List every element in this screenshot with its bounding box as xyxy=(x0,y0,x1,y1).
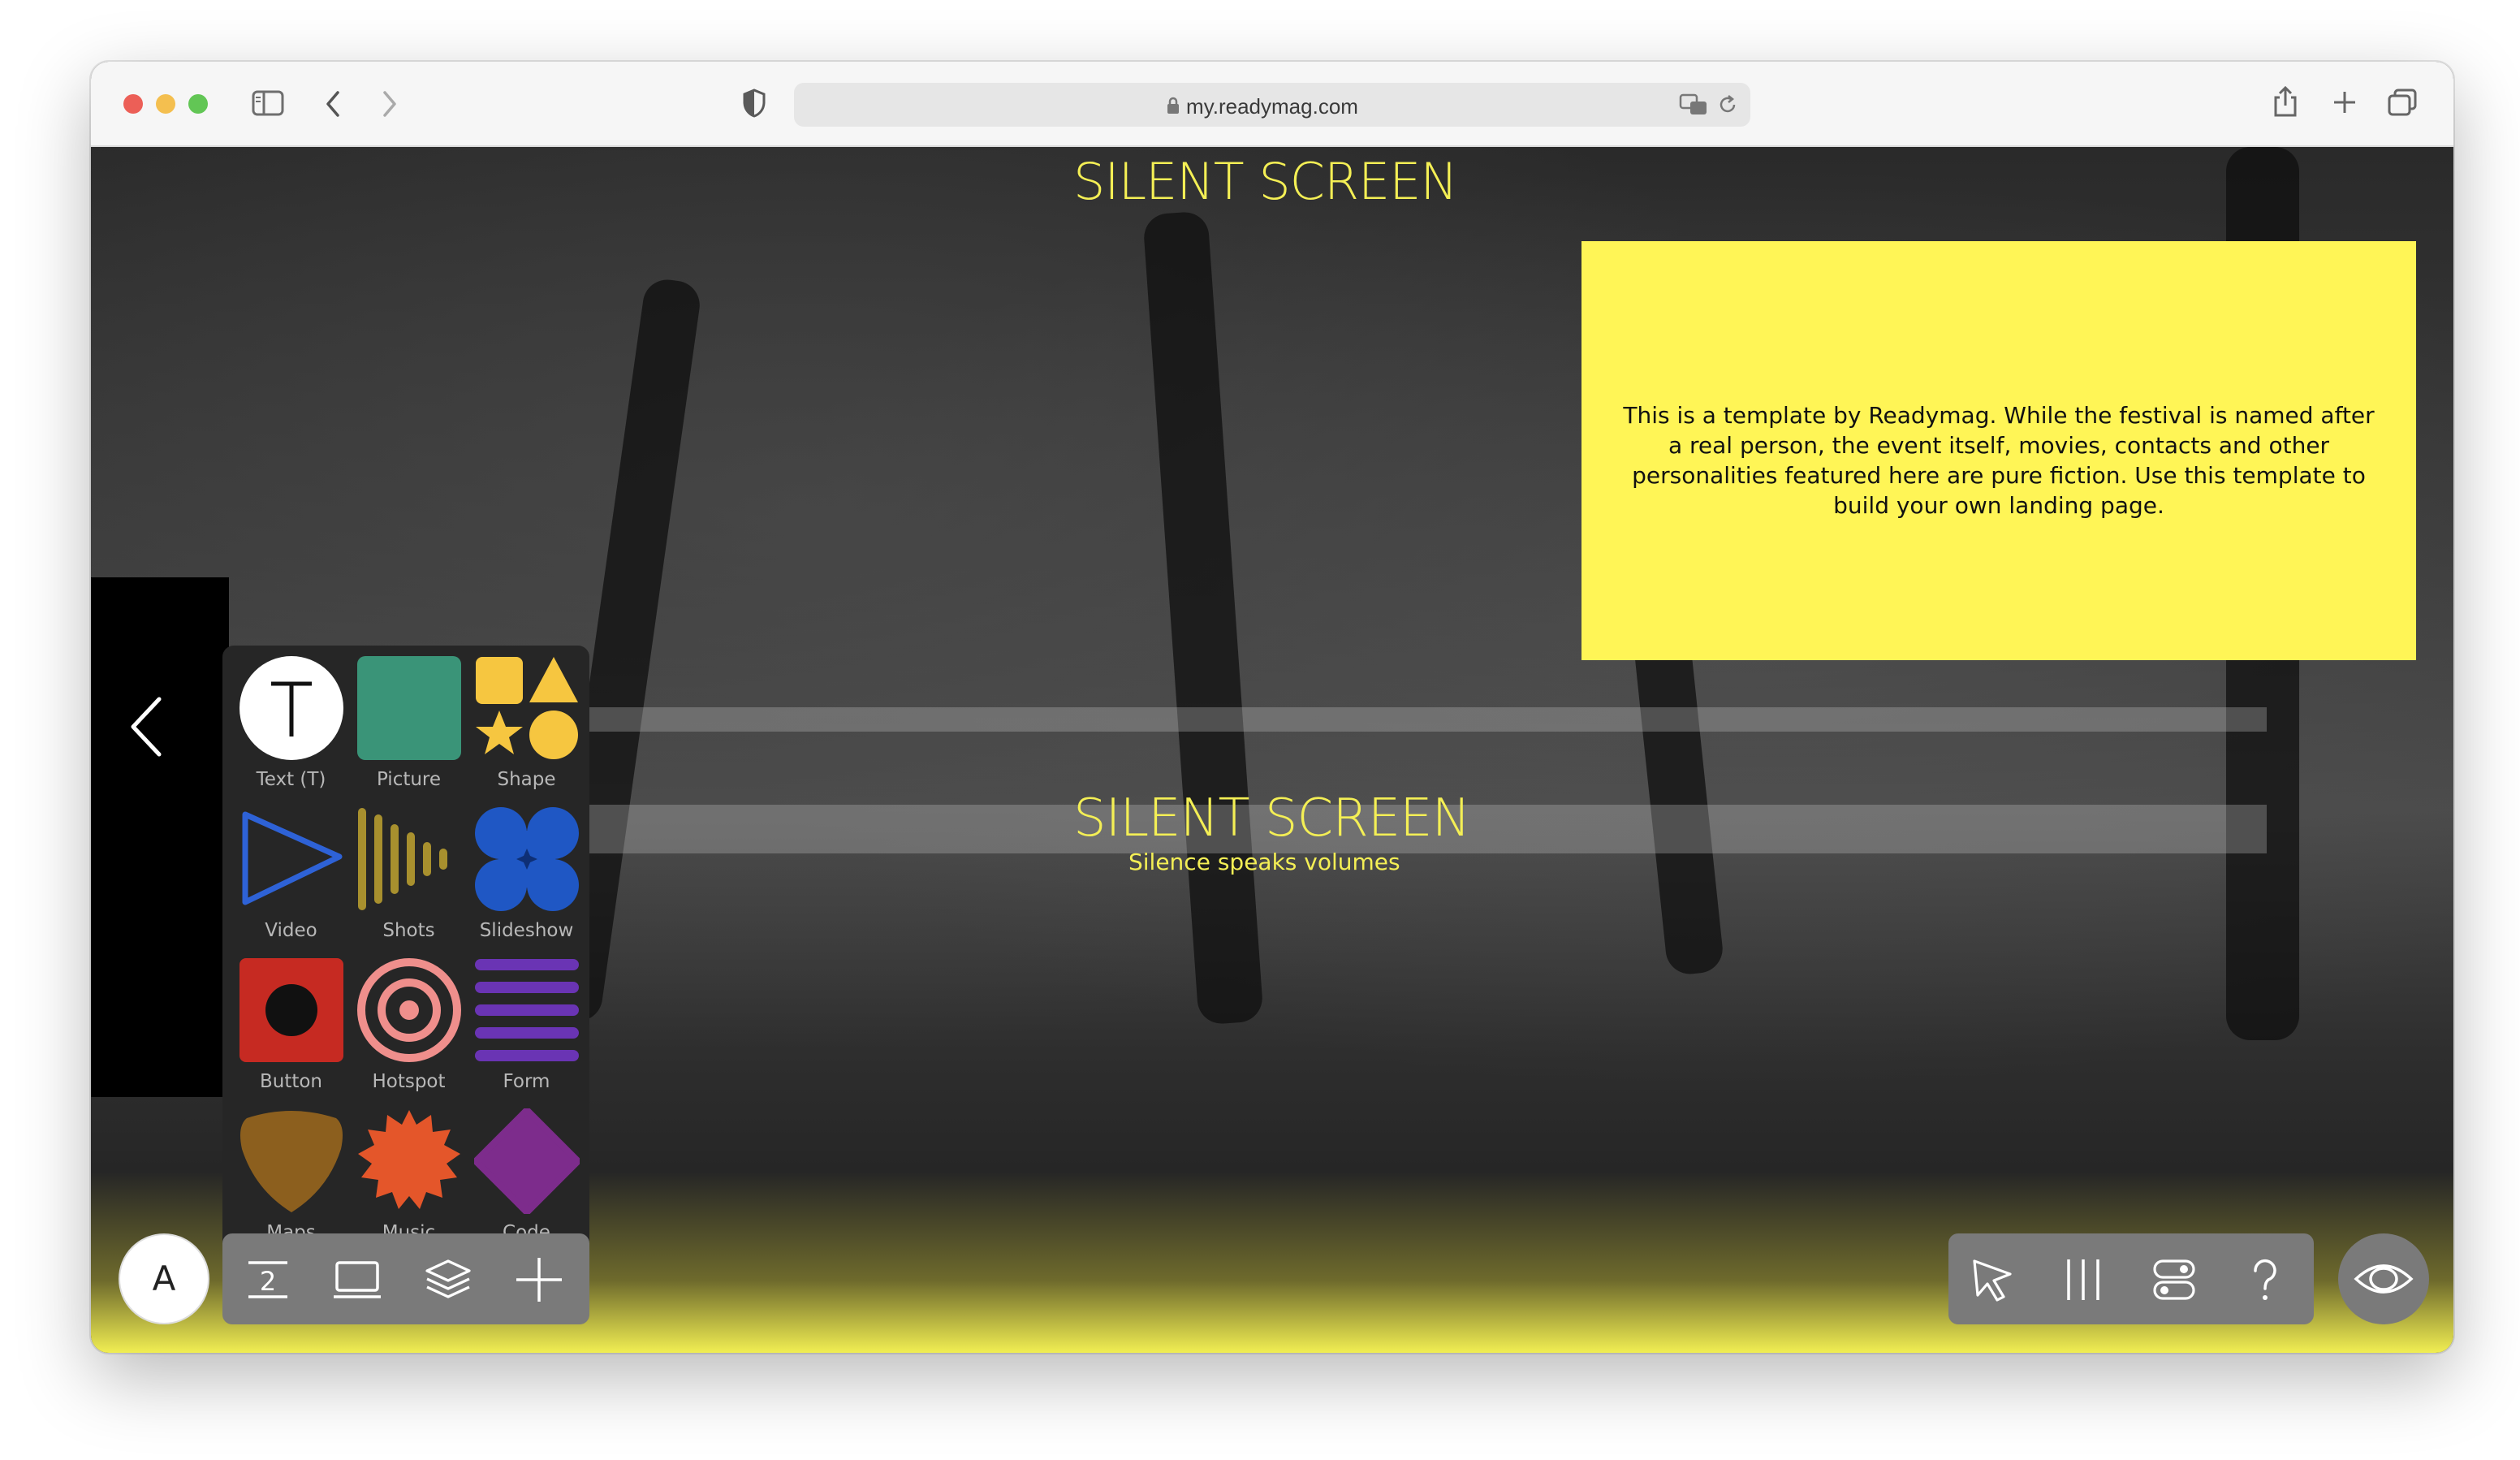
widget-label: Hotspot xyxy=(372,1071,446,1092)
button-icon xyxy=(239,958,343,1062)
previous-page-arrow-icon[interactable] xyxy=(128,696,164,758)
sidebar-toggle-icon[interactable] xyxy=(252,89,284,117)
url-text: my.readymag.com xyxy=(1186,94,1358,119)
share-icon[interactable] xyxy=(2272,84,2299,119)
hero-subtitle[interactable]: Silence speaks volumes xyxy=(1128,849,1400,875)
browser-window: my.readymag.com SILENT SCREEN SILENT SCR… xyxy=(91,62,2453,1353)
eye-icon xyxy=(2354,1264,2414,1294)
widget-code[interactable]: Code xyxy=(468,1099,585,1250)
shots-icon xyxy=(358,808,447,910)
widget-label: Button xyxy=(259,1071,323,1092)
select-cursor-icon[interactable] xyxy=(1968,1256,2017,1303)
address-bar[interactable]: my.readymag.com xyxy=(794,83,1750,127)
widget-slideshow[interactable]: Slideshow xyxy=(468,797,585,948)
grid-columns-icon[interactable] xyxy=(2059,1256,2108,1303)
video-icon xyxy=(242,811,343,905)
add-widget-icon[interactable] xyxy=(515,1256,563,1303)
back-arrow-icon[interactable] xyxy=(323,89,343,119)
code-icon xyxy=(474,1108,580,1214)
widget-picture[interactable]: Picture xyxy=(350,646,468,797)
widget-label: Shape xyxy=(497,769,556,790)
minimize-window-button[interactable] xyxy=(156,94,175,114)
widget-text[interactable]: Text (T) xyxy=(232,646,350,797)
hotspot-icon xyxy=(357,958,461,1062)
maps-icon xyxy=(240,1111,343,1212)
widget-label: Picture xyxy=(376,769,442,790)
widget-label: Shots xyxy=(382,920,435,941)
page-number-label: 2 xyxy=(260,1266,276,1297)
info-text-box[interactable]: This is a template by Readymag. While th… xyxy=(1581,241,2416,660)
slideshow-icon xyxy=(475,807,579,911)
preview-button[interactable] xyxy=(2338,1233,2429,1324)
shape-icon xyxy=(476,657,578,759)
forward-arrow-icon[interactable] xyxy=(380,89,399,119)
widget-label: Form xyxy=(503,1071,550,1092)
reload-icon[interactable] xyxy=(1716,93,1739,116)
layers-icon[interactable] xyxy=(424,1256,472,1303)
form-icon xyxy=(475,959,579,1061)
tab-overview-icon[interactable] xyxy=(2387,88,2418,117)
translate-icon[interactable] xyxy=(1679,93,1708,117)
info-text: This is a template by Readymag. While th… xyxy=(1623,402,2375,519)
add-widget-panel: Text (T) Picture Shape Video Shots Slide… xyxy=(222,646,589,1268)
page-number-icon[interactable]: 2 xyxy=(244,1256,292,1303)
left-toolbar: 2 xyxy=(222,1233,589,1324)
widget-form[interactable]: Form xyxy=(468,948,585,1099)
viewport-icon[interactable] xyxy=(333,1256,382,1303)
widget-music[interactable]: Music xyxy=(350,1099,468,1250)
editor-canvas[interactable]: SILENT SCREEN SILENT SCREEN Silence spea… xyxy=(91,147,2453,1353)
widget-shots[interactable]: Shots xyxy=(350,797,468,948)
widget-shape[interactable]: Shape xyxy=(468,646,585,797)
widget-button[interactable]: Button xyxy=(232,948,350,1099)
account-avatar[interactable]: A xyxy=(119,1233,209,1324)
widget-maps[interactable]: Maps xyxy=(232,1099,350,1250)
privacy-shield-icon[interactable] xyxy=(742,88,766,119)
widget-hotspot[interactable]: Hotspot xyxy=(350,948,468,1099)
widget-video[interactable]: Video xyxy=(232,797,350,948)
top-title[interactable]: SILENT SCREEN xyxy=(1073,152,1458,211)
picture-icon xyxy=(357,656,461,760)
text-icon xyxy=(239,656,343,760)
music-icon xyxy=(358,1110,460,1209)
zoom-window-button[interactable] xyxy=(188,94,208,114)
right-toolbar xyxy=(1948,1233,2314,1324)
widget-label: Slideshow xyxy=(479,920,574,941)
browser-toolbar: my.readymag.com xyxy=(91,62,2453,147)
close-window-button[interactable] xyxy=(123,94,143,114)
widget-label: Video xyxy=(265,920,317,941)
hero-title[interactable]: SILENT SCREEN xyxy=(1073,788,1470,849)
widget-label: Text (T) xyxy=(256,769,326,790)
help-icon[interactable] xyxy=(2241,1256,2289,1303)
new-tab-icon[interactable] xyxy=(2332,89,2358,115)
settings-toggle-icon[interactable] xyxy=(2150,1256,2199,1303)
